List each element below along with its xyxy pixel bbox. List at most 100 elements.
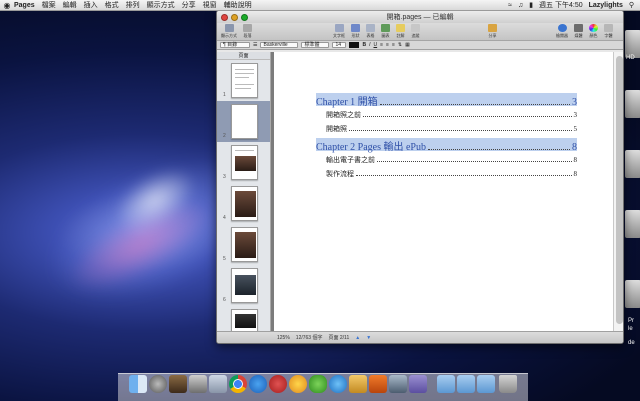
android-icon[interactable] bbox=[289, 375, 307, 393]
menu-arrange[interactable]: 排列 bbox=[126, 0, 140, 10]
toc-entry[interactable]: 開箱照之前 3 bbox=[326, 110, 577, 124]
toolbar-fonts-button[interactable]: 字體 bbox=[604, 24, 613, 39]
line-spacing-icon[interactable]: ⇅ bbox=[398, 42, 402, 48]
underline-icon[interactable]: U bbox=[374, 42, 378, 48]
spotlight-icon[interactable]: ⚲ bbox=[629, 1, 634, 9]
font-family-select[interactable]: Baskerville bbox=[260, 42, 299, 48]
page-thumbnail-selected[interactable]: 2 bbox=[217, 101, 270, 142]
folder-icon[interactable] bbox=[457, 375, 475, 393]
drive-icon[interactable] bbox=[625, 30, 640, 58]
page-down-icon[interactable]: ▼ bbox=[366, 335, 371, 341]
toc-entry[interactable]: 製作流程 8 bbox=[326, 169, 577, 183]
itunes-icon[interactable] bbox=[309, 375, 327, 393]
toolbar-chart-button[interactable]: 圖表 bbox=[381, 24, 390, 39]
scroll-thumb[interactable] bbox=[616, 56, 623, 324]
toc-entry[interactable]: Chapter 1 開箱 3 bbox=[316, 93, 577, 108]
menu-file[interactable]: 檔案 bbox=[42, 0, 56, 10]
toolbar-media-button[interactable]: 媒體 bbox=[574, 24, 583, 39]
apple-menu-icon[interactable]: ◉ bbox=[0, 1, 14, 10]
text-color-swatch[interactable] bbox=[349, 42, 360, 48]
document-page[interactable]: Chapter 1 開箱 3 開箱照之前 3 開箱照 5 Chapter 2 Page… bbox=[274, 52, 613, 333]
clock-icon[interactable] bbox=[349, 375, 367, 393]
page-thumbnail[interactable]: 1 bbox=[217, 60, 270, 101]
menu-window[interactable]: 視窗 bbox=[203, 0, 217, 10]
table-icon bbox=[366, 24, 375, 32]
toolbar-table-button[interactable]: 表格 bbox=[366, 24, 375, 39]
page-indicator[interactable]: 頁面 2/11 bbox=[328, 334, 349, 341]
pages-window: 開箱.pages — 已編輯 顯示方式 段落 文字框 形狀 表格 圖表 註解 追… bbox=[216, 10, 624, 344]
toolbar-comment-button[interactable]: 註解 bbox=[396, 24, 405, 39]
menu-app-name[interactable]: Pages bbox=[14, 2, 35, 9]
folder-icon[interactable] bbox=[409, 375, 427, 393]
wifi-icon[interactable]: ≈ bbox=[508, 2, 512, 9]
toc-entry[interactable]: 輸出電子書之前 8 bbox=[326, 155, 577, 169]
toc-entry[interactable]: 開箱照 5 bbox=[326, 124, 577, 138]
page-thumbnail[interactable]: 6 bbox=[217, 265, 270, 306]
xcode-icon[interactable] bbox=[389, 375, 407, 393]
menu-clock[interactable]: 週五 下午4:50 bbox=[539, 0, 583, 10]
page-thumbnail[interactable]: 4 bbox=[217, 183, 270, 224]
zoom-level[interactable]: 125% bbox=[277, 335, 290, 341]
word-count[interactable]: 12/763 個字 bbox=[296, 334, 323, 341]
toolbar-shapes-button[interactable]: 形狀 bbox=[351, 24, 360, 39]
paragraph-style-select[interactable]: ¶ 目錄 bbox=[220, 42, 250, 48]
toolbar-textbox-button[interactable]: 文字框 bbox=[333, 24, 345, 39]
toolbar-track-button[interactable]: 追蹤 bbox=[411, 24, 420, 39]
toolbar-sections-button[interactable]: 段落 bbox=[243, 24, 252, 39]
finder-icon[interactable] bbox=[129, 375, 147, 393]
page-up-icon[interactable]: ▲ bbox=[355, 335, 360, 341]
desktop-label: HD bbox=[626, 55, 635, 61]
menu-edit[interactable]: 編輯 bbox=[63, 0, 77, 10]
media-icon bbox=[574, 24, 583, 32]
toolbar-view-button[interactable]: 顯示方式 bbox=[221, 24, 237, 39]
document-icon[interactable] bbox=[625, 150, 640, 178]
align-left-icon[interactable]: ≡ bbox=[380, 42, 383, 48]
status-bar: 125% 12/763 個字 頁面 2/11 ▲ ▼ bbox=[217, 331, 623, 343]
bold-icon[interactable]: B bbox=[362, 42, 366, 48]
launchpad-icon[interactable] bbox=[149, 375, 167, 393]
italic-icon[interactable]: I bbox=[369, 42, 370, 48]
colors-icon bbox=[589, 24, 598, 32]
menu-bar: ◉ Pages 檔案 編輯 插入 格式 排列 顯示方式 分享 視窗 輔助說明 ≈… bbox=[0, 0, 640, 11]
columns-icon[interactable]: ▦ bbox=[405, 42, 410, 48]
photos-icon[interactable] bbox=[169, 375, 187, 393]
chrome-icon[interactable] bbox=[229, 375, 247, 393]
menu-view[interactable]: 顯示方式 bbox=[147, 0, 175, 10]
list-icon[interactable]: ☰ bbox=[253, 42, 257, 48]
mission-control-icon[interactable] bbox=[189, 375, 207, 393]
document-icon[interactable] bbox=[625, 90, 640, 118]
align-center-icon[interactable]: ≡ bbox=[386, 42, 389, 48]
volume-icon[interactable]: ♫ bbox=[518, 2, 523, 9]
sidebar-header: 頁面 bbox=[217, 52, 270, 60]
battery-icon[interactable]: ▮ bbox=[529, 1, 533, 9]
page-thumbnail[interactable]: 5 bbox=[217, 224, 270, 265]
trash-icon[interactable] bbox=[499, 375, 517, 393]
pages-icon[interactable] bbox=[329, 375, 347, 393]
inspector-icon bbox=[557, 24, 567, 32]
toc-entry[interactable]: Chapter 2 Pages 輸出 ePub 8 bbox=[316, 138, 577, 153]
menu-format[interactable]: 格式 bbox=[105, 0, 119, 10]
folder-icon[interactable] bbox=[437, 375, 455, 393]
font-size-select[interactable]: 14 bbox=[332, 42, 347, 48]
adium-icon[interactable] bbox=[269, 375, 287, 393]
menu-share[interactable]: 分享 bbox=[182, 0, 196, 10]
title-bar[interactable]: 開箱.pages — 已編輯 bbox=[217, 11, 623, 23]
page-thumbnail[interactable]: 7 bbox=[217, 306, 270, 333]
align-right-icon[interactable]: ≡ bbox=[392, 42, 395, 48]
preview-icon[interactable] bbox=[369, 375, 387, 393]
game-center-icon[interactable] bbox=[249, 375, 267, 393]
toolbar-share-button[interactable]: 分享 bbox=[488, 24, 497, 39]
vertical-scrollbar[interactable] bbox=[613, 52, 623, 333]
menu-help[interactable]: 輔助說明 bbox=[224, 0, 252, 10]
menu-insert[interactable]: 插入 bbox=[84, 0, 98, 10]
document-icon[interactable] bbox=[625, 210, 640, 238]
toolbar-colors-button[interactable]: 顏色 bbox=[589, 24, 598, 39]
page-thumbnail[interactable]: 3 bbox=[217, 142, 270, 183]
document-icon[interactable] bbox=[625, 280, 640, 308]
folder-icon[interactable] bbox=[477, 375, 495, 393]
comment-icon bbox=[396, 24, 405, 32]
app-store-icon[interactable] bbox=[209, 375, 227, 393]
font-weight-select[interactable]: 標準體 bbox=[301, 42, 330, 48]
menu-user[interactable]: Lazylights bbox=[589, 2, 623, 9]
toolbar-inspector-button[interactable]: 檢閱器 bbox=[556, 24, 568, 39]
